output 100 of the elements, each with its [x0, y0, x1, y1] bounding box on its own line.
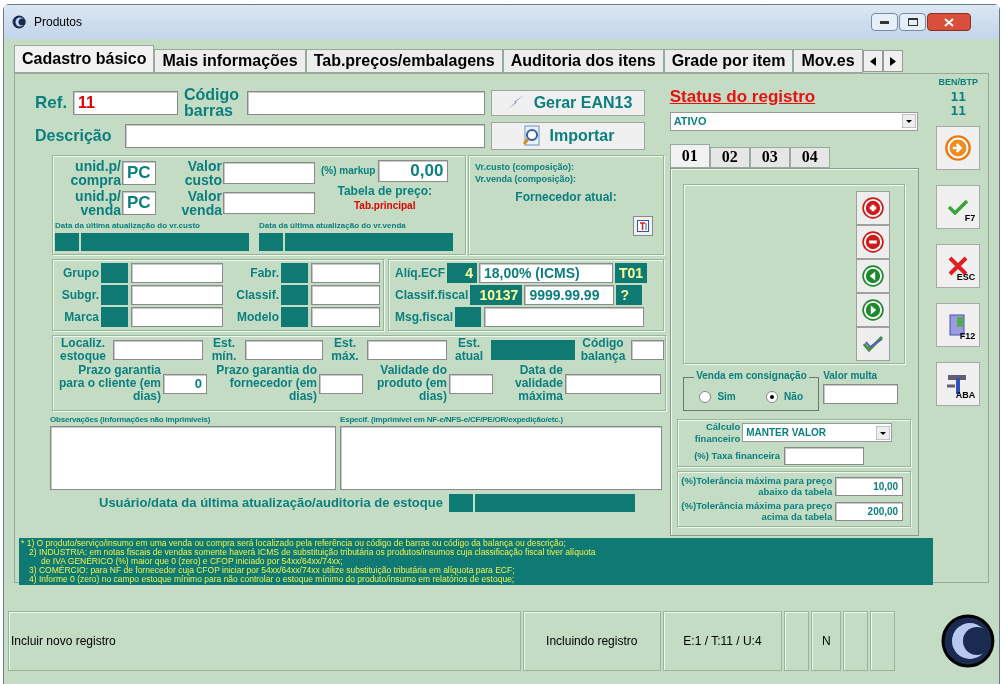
- field-label: Grupo: [62, 266, 99, 280]
- tab[interactable]: Mov.es: [793, 49, 863, 73]
- field-label: Código balança: [579, 337, 627, 363]
- readonly-field: [101, 263, 128, 283]
- field-label: Descrição: [35, 129, 113, 143]
- price-table-name: Tab.principal: [353, 199, 416, 213]
- field-label: unid.p/ venda: [74, 189, 121, 217]
- tab[interactable]: Cadastro básico: [14, 45, 155, 73]
- close-button[interactable]: [927, 13, 971, 31]
- confirm-button[interactable]: [856, 326, 891, 361]
- input-field[interactable]: [131, 307, 223, 327]
- radio-button[interactable]: [766, 390, 779, 403]
- text-area[interactable]: [50, 426, 336, 490]
- minus-icon: [862, 230, 885, 253]
- reference-field[interactable]: 11: [73, 91, 178, 115]
- field-label: Prazo garantia para o cliente (em dias): [57, 364, 161, 403]
- field-label: Est. máx.: [330, 337, 360, 363]
- tab[interactable]: Mais informações: [154, 49, 306, 73]
- readonly-field: [281, 285, 308, 305]
- value-field[interactable]: [223, 192, 315, 214]
- input-field[interactable]: [367, 340, 447, 360]
- field-label: (%)Tolerância máxima para preço acima da tabela: [680, 500, 833, 522]
- unit-field[interactable]: PC: [122, 161, 156, 185]
- input-field[interactable]: [311, 263, 380, 283]
- input-field[interactable]: [484, 307, 645, 327]
- field-label: Classif.fiscal: [395, 288, 469, 302]
- field-label: Validade do produto (em dias): [376, 364, 447, 403]
- next-button[interactable]: [936, 125, 981, 170]
- add-button[interactable]: [856, 190, 891, 225]
- status-cell: E:1 / T:11 / U:4: [662, 611, 783, 671]
- readonly-field: 4: [447, 263, 477, 283]
- radio-option[interactable]: Não: [766, 389, 803, 404]
- hint-text: 4) Informe 0 (zero) no campo estoque mínimo para não controlar o estoque mínimo do produto/insumo em relatórios de estoque;: [28, 574, 516, 584]
- input-field[interactable]: 9999.99.99: [524, 285, 615, 305]
- subtab[interactable]: 03: [749, 146, 790, 168]
- input-field[interactable]: [631, 340, 664, 360]
- radio-option[interactable]: Sim: [699, 389, 736, 404]
- field-label: Vr.custo (composição):: [475, 161, 576, 173]
- input-field[interactable]: [311, 307, 380, 327]
- scroll-left-button[interactable]: [862, 50, 883, 72]
- field-label: Alíq.ECF: [395, 266, 445, 280]
- cancel-button[interactable]: ESC: [936, 243, 981, 288]
- generate-button[interactable]: Gerar EAN13: [491, 90, 645, 116]
- field-label: (%) markup: [321, 164, 376, 178]
- text-area[interactable]: [340, 426, 662, 490]
- tools-button[interactable]: ABA: [936, 361, 981, 406]
- field-label: Usuário/data da última atualização/auditoria de estoque: [99, 496, 443, 510]
- subtab[interactable]: 01: [669, 143, 710, 168]
- remove-button[interactable]: [856, 224, 891, 259]
- status-dropdown[interactable]: ATIVO: [669, 111, 918, 131]
- field-label: Subgr.: [60, 288, 99, 302]
- ben-btp-value: 11: [950, 103, 967, 118]
- input-field[interactable]: [311, 285, 380, 305]
- barcode-field[interactable]: [247, 91, 485, 115]
- input-field[interactable]: [319, 373, 363, 394]
- subtab[interactable]: 04: [789, 146, 830, 168]
- next-button[interactable]: [856, 292, 891, 327]
- description-field[interactable]: [125, 124, 485, 148]
- exit-button[interactable]: F12: [936, 302, 981, 347]
- field-label: Valor venda: [180, 189, 222, 217]
- input-field[interactable]: 200,00: [835, 501, 904, 521]
- readonly-field: T01: [615, 263, 647, 283]
- subtab[interactable]: 02: [709, 146, 750, 168]
- input-field[interactable]: [565, 373, 661, 394]
- markup-field[interactable]: 0,00: [378, 160, 449, 182]
- input-field[interactable]: [131, 263, 223, 283]
- value-field[interactable]: [223, 162, 315, 184]
- readonly-field: [455, 307, 482, 327]
- tab[interactable]: Tab.preços/embalagens: [305, 49, 503, 73]
- input-field[interactable]: 0: [163, 373, 207, 394]
- magnifier-icon: [521, 125, 542, 147]
- calculation-dropdown[interactable]: MANTER VALOR: [742, 423, 893, 442]
- text-button[interactable]: [633, 216, 653, 236]
- input-field[interactable]: [245, 340, 323, 360]
- field-label: Especif. (imprimível em NF-e/NFS-e/CF/PE/OR/expedição/etc.): [340, 414, 564, 426]
- maximize-icon: [907, 18, 918, 26]
- maximize-button[interactable]: [899, 13, 926, 31]
- double-check-icon: [862, 334, 885, 353]
- import-button[interactable]: Importar: [491, 122, 645, 150]
- status-cell: Incluir novo registro: [8, 611, 521, 671]
- input-field[interactable]: [449, 373, 493, 394]
- input-field[interactable]: [131, 285, 223, 305]
- group-label: Venda em consignação: [694, 369, 809, 382]
- unit-field[interactable]: PC: [122, 191, 156, 215]
- input-field[interactable]: [784, 446, 865, 465]
- field-label: Localiz. estoque: [59, 337, 107, 363]
- scroll-right-button[interactable]: [882, 50, 903, 72]
- readonly-field: [281, 263, 308, 283]
- minimize-button[interactable]: [871, 13, 898, 31]
- status-cell: N: [811, 611, 842, 671]
- previous-button[interactable]: [856, 258, 891, 293]
- input-field[interactable]: 10,00: [835, 476, 904, 496]
- field-label: Est. atual: [454, 337, 484, 363]
- input-field[interactable]: [823, 383, 899, 404]
- save-button[interactable]: F7: [936, 184, 981, 229]
- input-field[interactable]: [113, 340, 203, 360]
- tab[interactable]: Auditoria dos itens: [502, 49, 664, 73]
- input-field[interactable]: 18,00% (ICMS): [479, 263, 613, 283]
- radio-button[interactable]: [699, 390, 712, 403]
- tab[interactable]: Grade por item: [663, 49, 794, 73]
